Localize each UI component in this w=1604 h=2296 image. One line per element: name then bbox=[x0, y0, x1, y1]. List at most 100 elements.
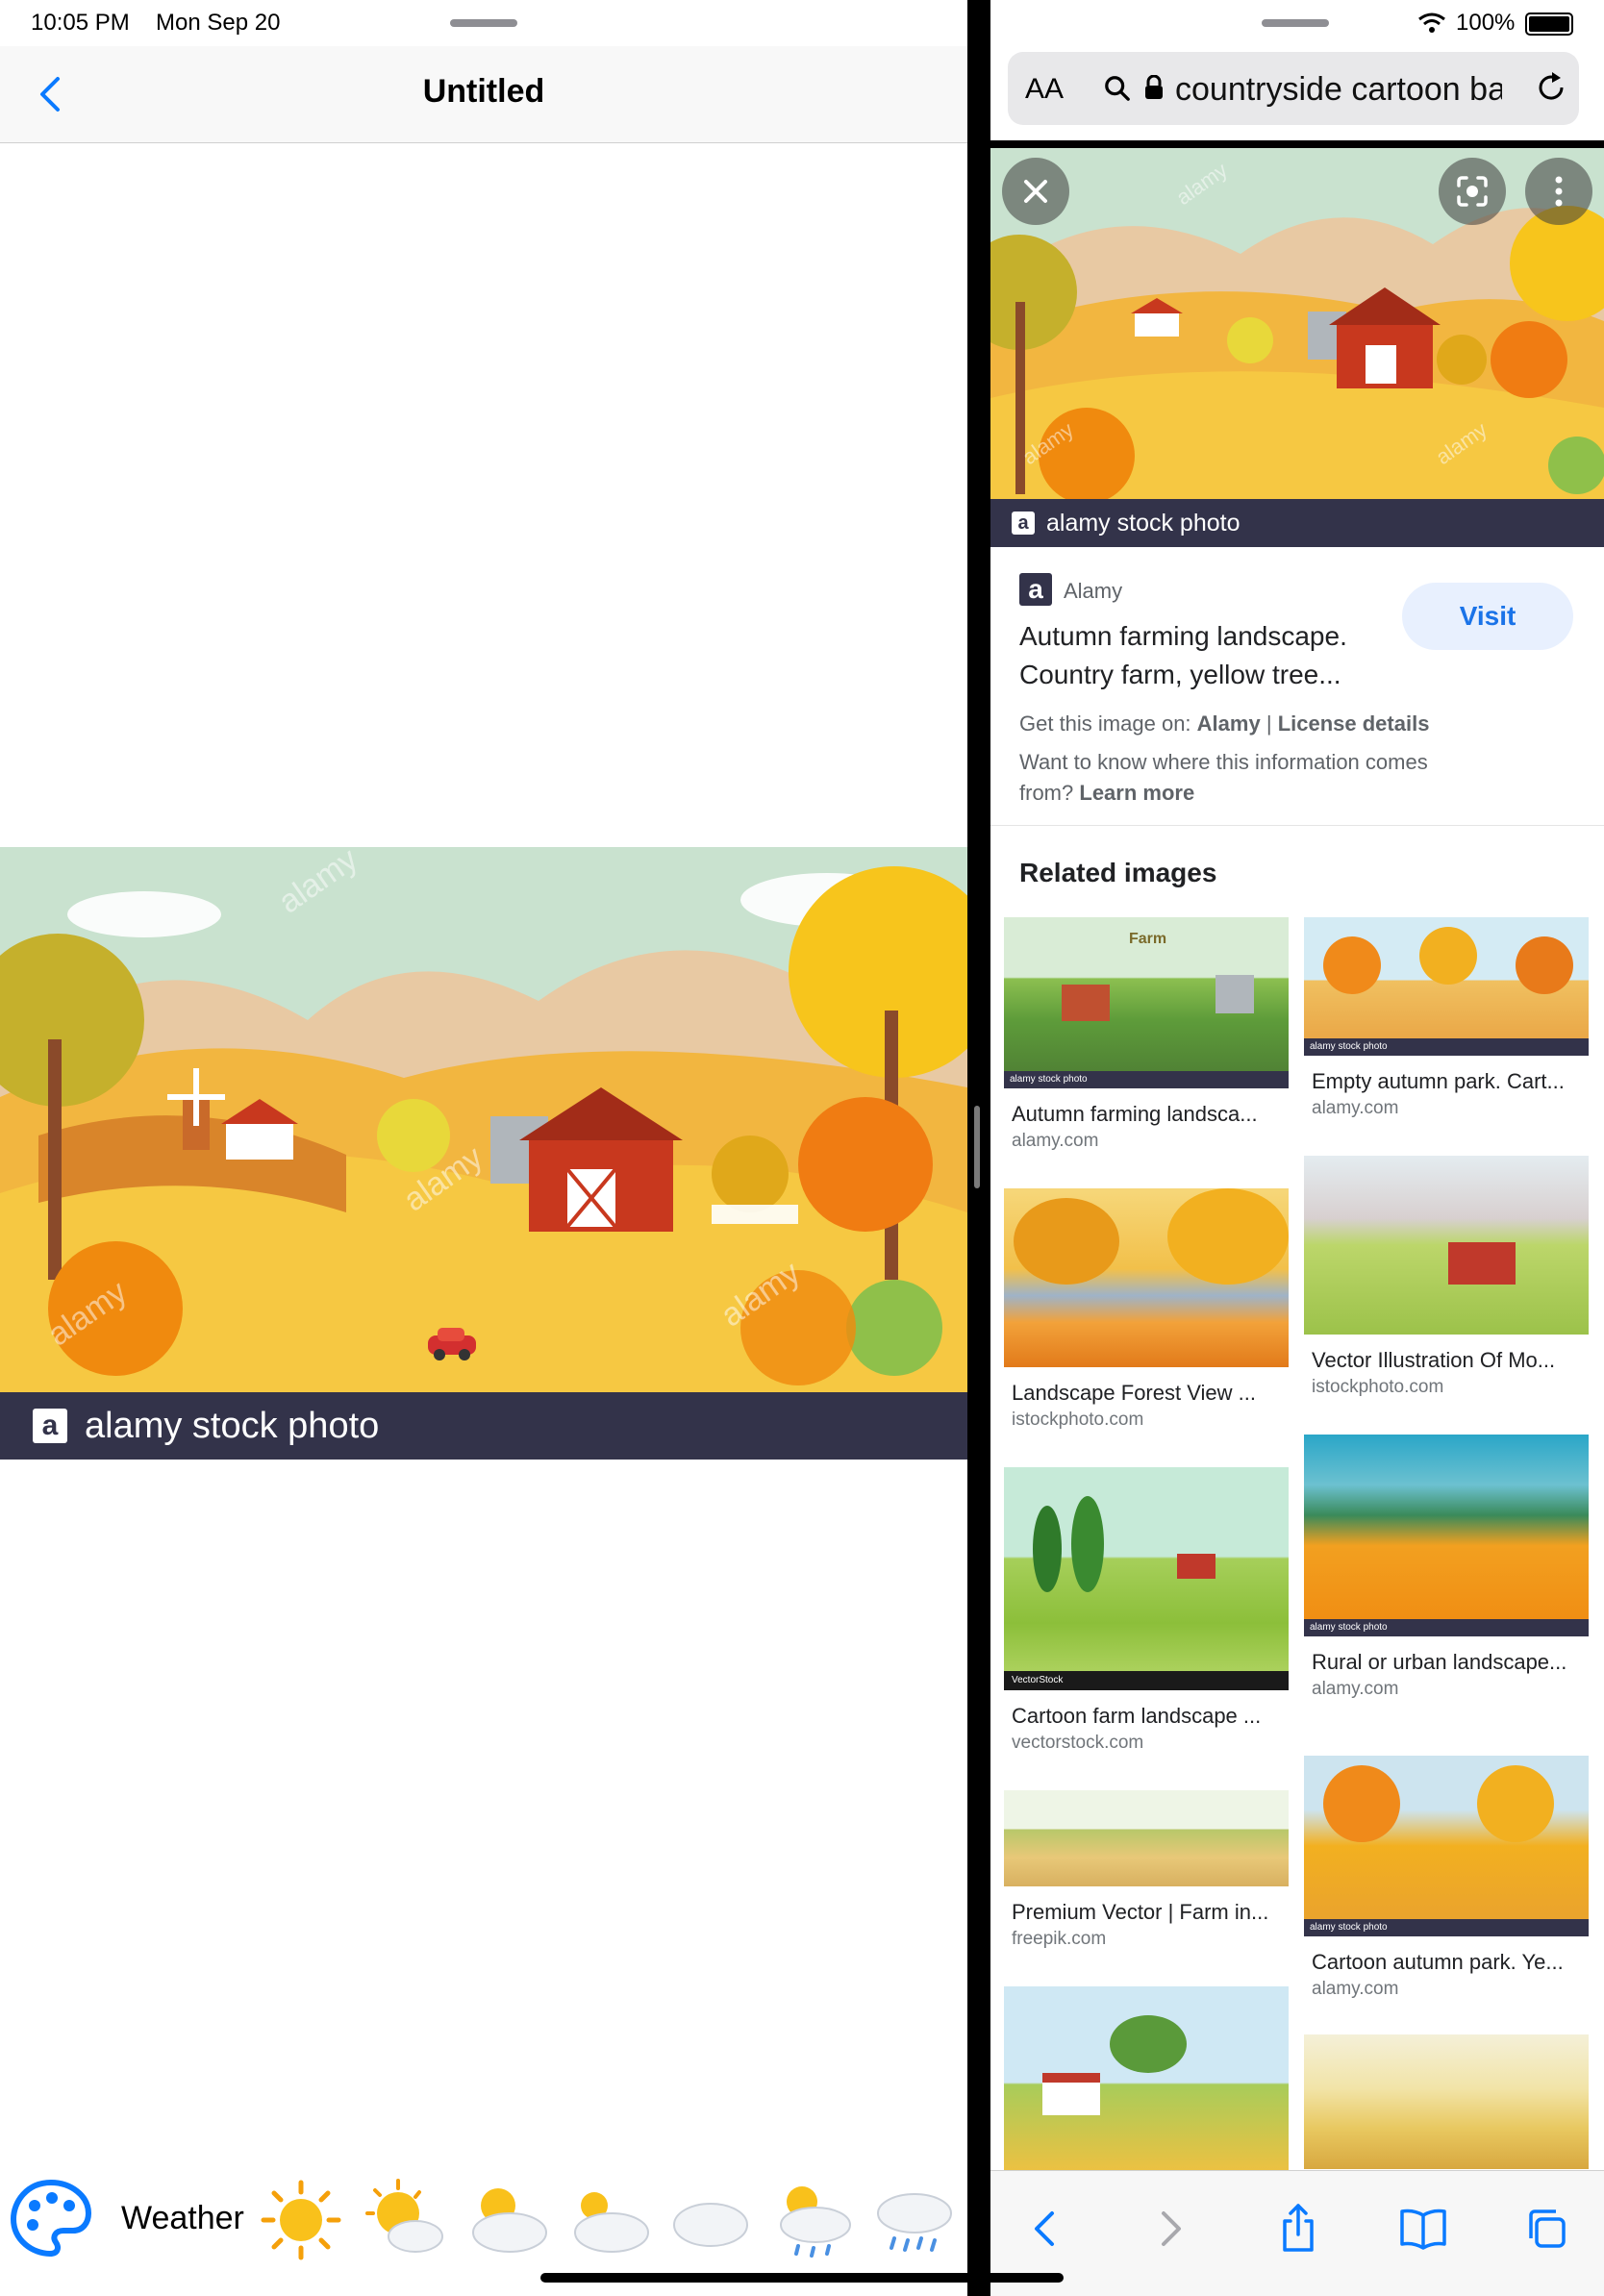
related-source: istockphoto.com bbox=[1312, 1377, 1444, 1397]
address-bar-divider bbox=[990, 140, 1604, 148]
sun-behind-rain-cloud-icon[interactable] bbox=[769, 2177, 856, 2263]
related-thumb bbox=[1304, 2034, 1589, 2169]
image-watermark-bar: a alamy stock photo bbox=[0, 1392, 967, 1460]
share-icon[interactable] bbox=[1269, 2200, 1327, 2258]
autumn-farm-illustration: alamy alamy alamy alamy bbox=[0, 847, 967, 1392]
farm-sign-text: Farm bbox=[1129, 931, 1167, 947]
url-text: countryside cartoon ba bbox=[1175, 71, 1502, 108]
related-item[interactable] bbox=[1304, 2034, 1589, 2169]
cloud-with-rain-icon[interactable] bbox=[871, 2177, 958, 2263]
reload-icon[interactable] bbox=[1535, 71, 1567, 104]
search-icon bbox=[1105, 76, 1130, 101]
related-thumb: Farm alamy stock photo bbox=[1004, 917, 1289, 1088]
get-image-line: Get this image on: Alamy | License detai… bbox=[1019, 711, 1429, 736]
address-bar[interactable]: AA countryside cartoon ba bbox=[1008, 52, 1579, 125]
result-title-line1: Autumn farming landscape. bbox=[1019, 621, 1347, 651]
hero-farm-illustration: alamy alamy alamy bbox=[990, 148, 1604, 499]
related-source: alamy.com bbox=[1012, 1131, 1099, 1151]
alamy-logo: a bbox=[33, 1409, 67, 1443]
sun-icon[interactable] bbox=[258, 2177, 344, 2263]
safari-pane: 100% AA countryside cartoon ba alamy ala… bbox=[990, 0, 1604, 2296]
related-thumb: alamy stock photo bbox=[1304, 917, 1589, 1056]
separator: | bbox=[1266, 711, 1272, 736]
hero-watermark-bar: a alamy stock photo bbox=[990, 499, 1604, 547]
related-thumb: alamy stock photo bbox=[1304, 1756, 1589, 1936]
related-source: istockphoto.com bbox=[1012, 1410, 1144, 1430]
left-app-pane: 10:05 PM Mon Sep 20 Untitled alamy alamy… bbox=[0, 0, 967, 2296]
sun-behind-small-cloud-icon[interactable] bbox=[360, 2177, 446, 2263]
back-icon[interactable] bbox=[1017, 2200, 1075, 2258]
alamy-logo-small: a bbox=[1012, 512, 1035, 535]
related-item[interactable]: Vector Illustration Of Mo... istockphoto… bbox=[1304, 1156, 1589, 1398]
related-item[interactable]: Landscape Forest View ... istockphoto.co… bbox=[1004, 1188, 1289, 1431]
related-item[interactable]: Farm alamy stock photo Autumn farming la… bbox=[1004, 917, 1289, 1152]
text-size-button[interactable]: AA bbox=[1025, 73, 1064, 106]
palette-icon[interactable] bbox=[8, 2175, 94, 2261]
visit-button[interactable]: Visit bbox=[1402, 583, 1573, 650]
related-title: Cartoon farm landscape ... bbox=[1012, 1704, 1262, 1728]
related-item[interactable]: alamy stock photo Rural or urban landsca… bbox=[1304, 1435, 1589, 1700]
related-thumb bbox=[1004, 1188, 1289, 1367]
hero-image[interactable]: alamy alamy alamy a alamy stock photo bbox=[990, 148, 1604, 547]
hero-caption: alamy stock photo bbox=[1046, 509, 1241, 537]
related-title: Vector Illustration Of Mo... bbox=[1312, 1348, 1556, 1372]
home-indicator[interactable] bbox=[540, 2273, 1064, 2283]
know-where-line: Want to know where this information come… bbox=[1019, 750, 1428, 774]
related-source: alamy.com bbox=[1312, 1098, 1399, 1118]
split-view-divider-handle[interactable] bbox=[974, 1106, 980, 1188]
more-options-button[interactable] bbox=[1525, 158, 1592, 225]
status-bar-right: 100% bbox=[990, 0, 1604, 46]
page-title: Untitled bbox=[422, 73, 545, 110]
related-thumb bbox=[1304, 1156, 1589, 1335]
close-icon bbox=[1024, 180, 1047, 203]
forward-icon[interactable] bbox=[1140, 2200, 1198, 2258]
status-bar: 10:05 PM Mon Sep 20 bbox=[0, 0, 967, 46]
vectorstock-watermark: VectorStock bbox=[1004, 1671, 1289, 1690]
know-where-line2: from? Learn more bbox=[1019, 781, 1194, 806]
related-title: Premium Vector | Farm in... bbox=[1012, 1900, 1269, 1924]
nav-bar: Untitled bbox=[0, 46, 967, 143]
tabs-icon[interactable] bbox=[1517, 2200, 1575, 2258]
related-item[interactable]: alamy stock photo Cartoon autumn park. Y… bbox=[1304, 1756, 1589, 2000]
image-info-panel: a Alamy Autumn farming landscape. Countr… bbox=[990, 548, 1604, 826]
related-source: freepik.com bbox=[1012, 1929, 1107, 1949]
source-favicon: a bbox=[1019, 573, 1052, 606]
weather-label: Weather bbox=[121, 2200, 244, 2236]
related-source: alamy.com bbox=[1312, 1679, 1399, 1699]
document-image[interactable]: alamy alamy alamy alamy a alamy stock ph… bbox=[0, 847, 967, 1460]
lens-scan-icon bbox=[1457, 176, 1488, 207]
result-title[interactable]: Autumn farming landscape. Country farm, … bbox=[1019, 617, 1347, 694]
related-item[interactable]: alamy stock photo Empty autumn park. Car… bbox=[1304, 917, 1589, 1119]
know-where-prefix: from? bbox=[1019, 781, 1074, 805]
get-image-source-link[interactable]: Alamy bbox=[1197, 711, 1261, 736]
battery-percent: 100% bbox=[1456, 10, 1516, 36]
source-name: Alamy bbox=[1064, 579, 1123, 603]
bookmarks-icon[interactable] bbox=[1394, 2200, 1452, 2258]
related-item[interactable]: VectorStock Cartoon farm landscape ... v… bbox=[1004, 1467, 1289, 1754]
more-vertical-icon bbox=[1555, 176, 1563, 207]
status-time: 10:05 PM bbox=[31, 10, 130, 36]
related-source: vectorstock.com bbox=[1012, 1733, 1144, 1753]
thumb-watermark: alamy stock photo bbox=[1004, 1071, 1289, 1088]
learn-more-link[interactable]: Learn more bbox=[1079, 781, 1194, 805]
sun-behind-cloud-icon[interactable] bbox=[464, 2177, 550, 2263]
related-item[interactable]: Premium Vector | Farm in... freepik.com bbox=[1004, 1790, 1289, 1950]
multitasking-grabber[interactable] bbox=[450, 19, 517, 27]
sun-behind-large-cloud-icon[interactable] bbox=[565, 2177, 652, 2263]
lens-button[interactable] bbox=[1439, 158, 1506, 225]
license-details-link[interactable]: License details bbox=[1278, 711, 1430, 736]
related-thumb bbox=[1004, 1986, 1289, 2179]
lock-icon bbox=[1145, 75, 1163, 99]
wifi-icon bbox=[1418, 12, 1445, 33]
thumb-watermark: alamy stock photo bbox=[1304, 1619, 1589, 1636]
related-title: Cartoon autumn park. Ye... bbox=[1312, 1950, 1564, 1974]
related-title: Landscape Forest View ... bbox=[1012, 1381, 1256, 1405]
close-button[interactable] bbox=[1002, 158, 1069, 225]
related-item[interactable] bbox=[1004, 1986, 1289, 2179]
watermark-text: alamy stock photo bbox=[85, 1405, 380, 1446]
related-title: Autumn farming landsca... bbox=[1012, 1102, 1258, 1126]
multitasking-grabber-right[interactable] bbox=[1262, 19, 1329, 27]
related-title: Rural or urban landscape... bbox=[1312, 1650, 1567, 1674]
cloud-icon[interactable] bbox=[667, 2177, 754, 2263]
thumb-watermark: alamy stock photo bbox=[1304, 1919, 1589, 1936]
